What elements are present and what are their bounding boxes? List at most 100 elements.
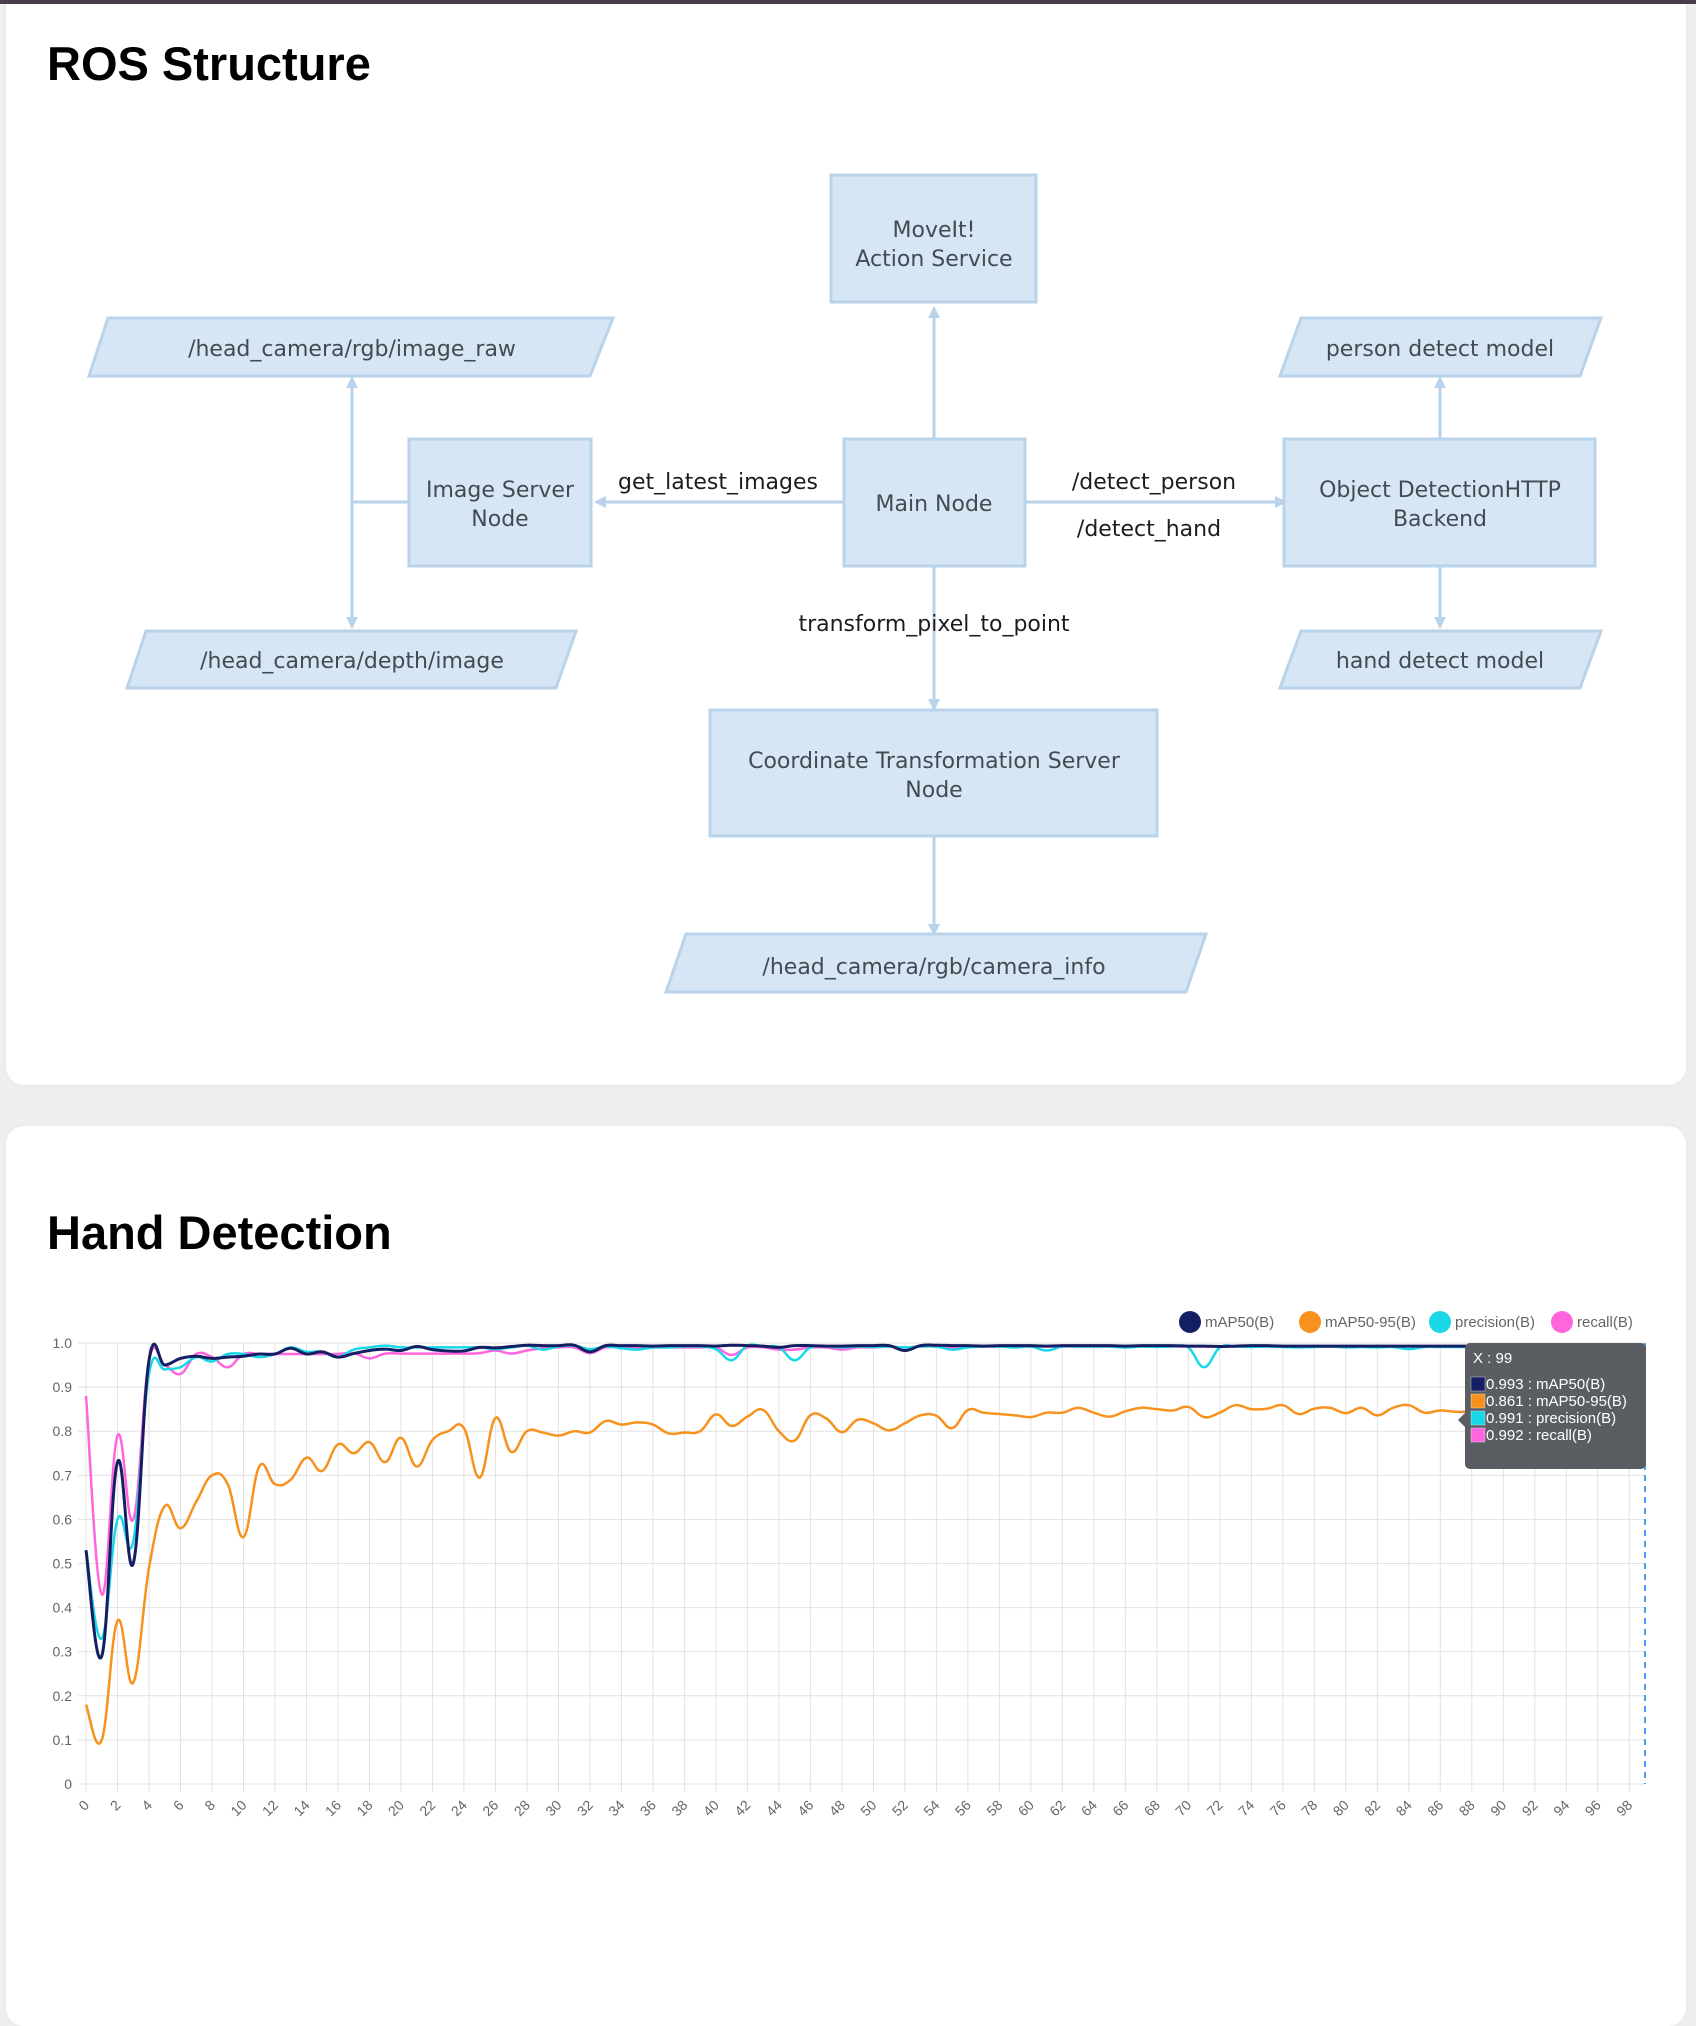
x-tick-label: 46 bbox=[794, 1797, 816, 1819]
node-label: Action Service bbox=[855, 247, 1012, 272]
tooltip-item: 0.993 : mAP50(B) bbox=[1486, 1376, 1605, 1393]
chart-tooltip: X : 99 0.993 : mAP50(B)0.861 : mAP50-95(B… bbox=[1458, 1343, 1646, 1469]
legend-swatch-icon bbox=[1299, 1311, 1321, 1333]
node-hand-detect-model[interactable]: hand detect model bbox=[1277, 629, 1604, 690]
edge-label-detect-hand: /detect_hand bbox=[1077, 517, 1221, 542]
ros-structure-diagram: MoveIt! Action Service /head_camera/rgb/… bbox=[86, 173, 1604, 994]
node-object-detection-backend[interactable]: Object DetectionHTTP Backend bbox=[1282, 437, 1597, 568]
node-image-server[interactable]: Image Server Node bbox=[407, 437, 593, 568]
x-tick-label: 0 bbox=[75, 1797, 92, 1814]
x-tick-label: 66 bbox=[1109, 1797, 1131, 1819]
y-tick-label: 0.4 bbox=[53, 1600, 73, 1616]
node-label: Backend bbox=[1393, 507, 1487, 532]
x-tick-label: 8 bbox=[201, 1797, 218, 1814]
series-line-precision-b[interactable] bbox=[84, 1343, 1645, 1640]
tooltip-title: X : 99 bbox=[1473, 1350, 1512, 1367]
x-tick-label: 96 bbox=[1582, 1797, 1604, 1819]
legend-item[interactable]: mAP50(B) bbox=[1179, 1311, 1274, 1333]
x-tick-label: 56 bbox=[952, 1797, 974, 1819]
legend-label: mAP50-95(B) bbox=[1325, 1314, 1416, 1331]
x-axis-ticks: 0 2 4 6 8 10 12 14 16 18 20 22 24 26 28 30 32 34 36 38 40 42 4… bbox=[75, 1797, 1635, 1819]
x-tick-label: 52 bbox=[889, 1797, 911, 1819]
x-tick-label: 76 bbox=[1267, 1797, 1289, 1819]
node-depth-image-topic[interactable]: /head_camera/depth/image bbox=[124, 629, 579, 690]
x-tick-label: 90 bbox=[1487, 1797, 1509, 1819]
node-label: Node bbox=[471, 507, 528, 532]
x-tick-label: 4 bbox=[138, 1797, 155, 1814]
tooltip-item: 0.991 : precision(B) bbox=[1486, 1410, 1616, 1427]
x-tick-label: 22 bbox=[416, 1797, 438, 1819]
y-tick-label: 0.7 bbox=[53, 1467, 73, 1483]
x-tick-label: 68 bbox=[1141, 1797, 1163, 1819]
y-tick-label: 0.5 bbox=[53, 1556, 73, 1572]
node-camera-info-topic[interactable]: /head_camera/rgb/camera_info bbox=[663, 932, 1209, 994]
node-coordinate-transformation-server[interactable]: Coordinate Transformation Server Node bbox=[708, 708, 1159, 838]
edge-label-get-latest-images: get_latest_images bbox=[618, 470, 818, 495]
ros-structure-card: ROS Structure MoveIt! Action Service /he… bbox=[6, 4, 1686, 1085]
x-tick-label: 50 bbox=[857, 1797, 879, 1819]
x-tick-label: 42 bbox=[731, 1797, 753, 1819]
chart-grid bbox=[78, 1342, 1645, 1792]
x-tick-label: 18 bbox=[353, 1797, 375, 1819]
legend-item[interactable]: mAP50-95(B) bbox=[1299, 1311, 1416, 1333]
x-tick-label: 94 bbox=[1550, 1797, 1572, 1819]
x-tick-label: 98 bbox=[1613, 1797, 1635, 1819]
y-tick-label: 1.0 bbox=[53, 1335, 73, 1351]
x-tick-label: 24 bbox=[448, 1797, 470, 1819]
node-label: MoveIt! bbox=[893, 218, 976, 243]
x-tick-label: 84 bbox=[1393, 1797, 1415, 1819]
legend-label: mAP50(B) bbox=[1205, 1314, 1274, 1331]
tooltip-item: 0.992 : recall(B) bbox=[1486, 1427, 1592, 1444]
x-tick-label: 6 bbox=[170, 1797, 187, 1814]
y-axis-ticks: 0 0.1 0.2 0.3 0.4 0.5 0.6 0.7 0.8 0.9 1.0 bbox=[53, 1335, 73, 1792]
x-tick-label: 60 bbox=[1015, 1797, 1037, 1819]
legend-label: precision(B) bbox=[1455, 1314, 1535, 1331]
x-tick-label: 30 bbox=[542, 1797, 564, 1819]
x-tick-label: 20 bbox=[385, 1797, 407, 1819]
node-label: hand detect model bbox=[1336, 649, 1544, 674]
node-moveit-action-service[interactable]: MoveIt! Action Service bbox=[829, 173, 1038, 304]
node-label: Image Server bbox=[426, 478, 575, 503]
y-tick-label: 0 bbox=[64, 1776, 72, 1792]
node-label: /head_camera/depth/image bbox=[200, 649, 504, 674]
tooltip-swatch-icon bbox=[1470, 1410, 1486, 1426]
legend-swatch-icon bbox=[1179, 1311, 1201, 1333]
node-label: Object DetectionHTTP bbox=[1319, 478, 1561, 503]
legend-item[interactable]: precision(B) bbox=[1429, 1311, 1535, 1333]
x-tick-label: 86 bbox=[1424, 1797, 1446, 1819]
node-label: Coordinate Transformation Server bbox=[748, 749, 1121, 774]
node-label: person detect model bbox=[1326, 337, 1554, 362]
x-tick-label: 10 bbox=[227, 1797, 249, 1819]
series-line-map50-95-b[interactable] bbox=[84, 1403, 1646, 1745]
metrics-line-chart[interactable]: 00.10.20.30.40.50.60.70.80.91.0 0 2 4 6 8 10 1… bbox=[6, 1126, 1686, 2026]
node-label: /head_camera/rgb/image_raw bbox=[188, 337, 516, 362]
x-tick-label: 14 bbox=[290, 1797, 312, 1819]
x-tick-label: 26 bbox=[479, 1797, 501, 1819]
y-tick-label: 0.9 bbox=[53, 1379, 73, 1395]
legend-swatch-icon bbox=[1429, 1311, 1451, 1333]
hand-detection-card: Hand Detection 0 0.1 0.2 0.3 0.4 0.5 0.6 0.7 0.8… bbox=[6, 1126, 1686, 2026]
node-person-detect-model[interactable]: person detect model bbox=[1277, 316, 1604, 378]
x-tick-label: 70 bbox=[1172, 1797, 1194, 1819]
node-image-raw-topic[interactable]: /head_camera/rgb/image_raw bbox=[86, 316, 616, 378]
series-line-map50-b[interactable] bbox=[84, 1342, 1645, 1660]
x-tick-label: 44 bbox=[763, 1797, 785, 1819]
edge-label-transform-pixel-to-point: transform_pixel_to_point bbox=[798, 612, 1069, 637]
legend-label: recall(B) bbox=[1577, 1314, 1633, 1331]
x-tick-label: 88 bbox=[1456, 1797, 1478, 1819]
node-main[interactable]: Main Node bbox=[842, 437, 1027, 568]
x-tick-label: 62 bbox=[1046, 1797, 1068, 1819]
x-tick-label: 36 bbox=[637, 1797, 659, 1819]
tooltip-item: 0.861 : mAP50-95(B) bbox=[1486, 1393, 1627, 1410]
legend-item[interactable]: recall(B) bbox=[1551, 1311, 1633, 1333]
x-tick-label: 28 bbox=[511, 1797, 533, 1819]
edge-label-detect-person: /detect_person bbox=[1072, 470, 1236, 495]
x-tick-label: 80 bbox=[1330, 1797, 1352, 1819]
x-tick-label: 16 bbox=[322, 1797, 344, 1819]
x-tick-label: 64 bbox=[1078, 1797, 1100, 1819]
node-label: /head_camera/rgb/camera_info bbox=[762, 955, 1105, 980]
legend-swatch-icon bbox=[1551, 1311, 1573, 1333]
y-tick-label: 0.1 bbox=[53, 1732, 73, 1748]
x-tick-label: 58 bbox=[983, 1797, 1005, 1819]
y-tick-label: 0.8 bbox=[53, 1423, 73, 1439]
